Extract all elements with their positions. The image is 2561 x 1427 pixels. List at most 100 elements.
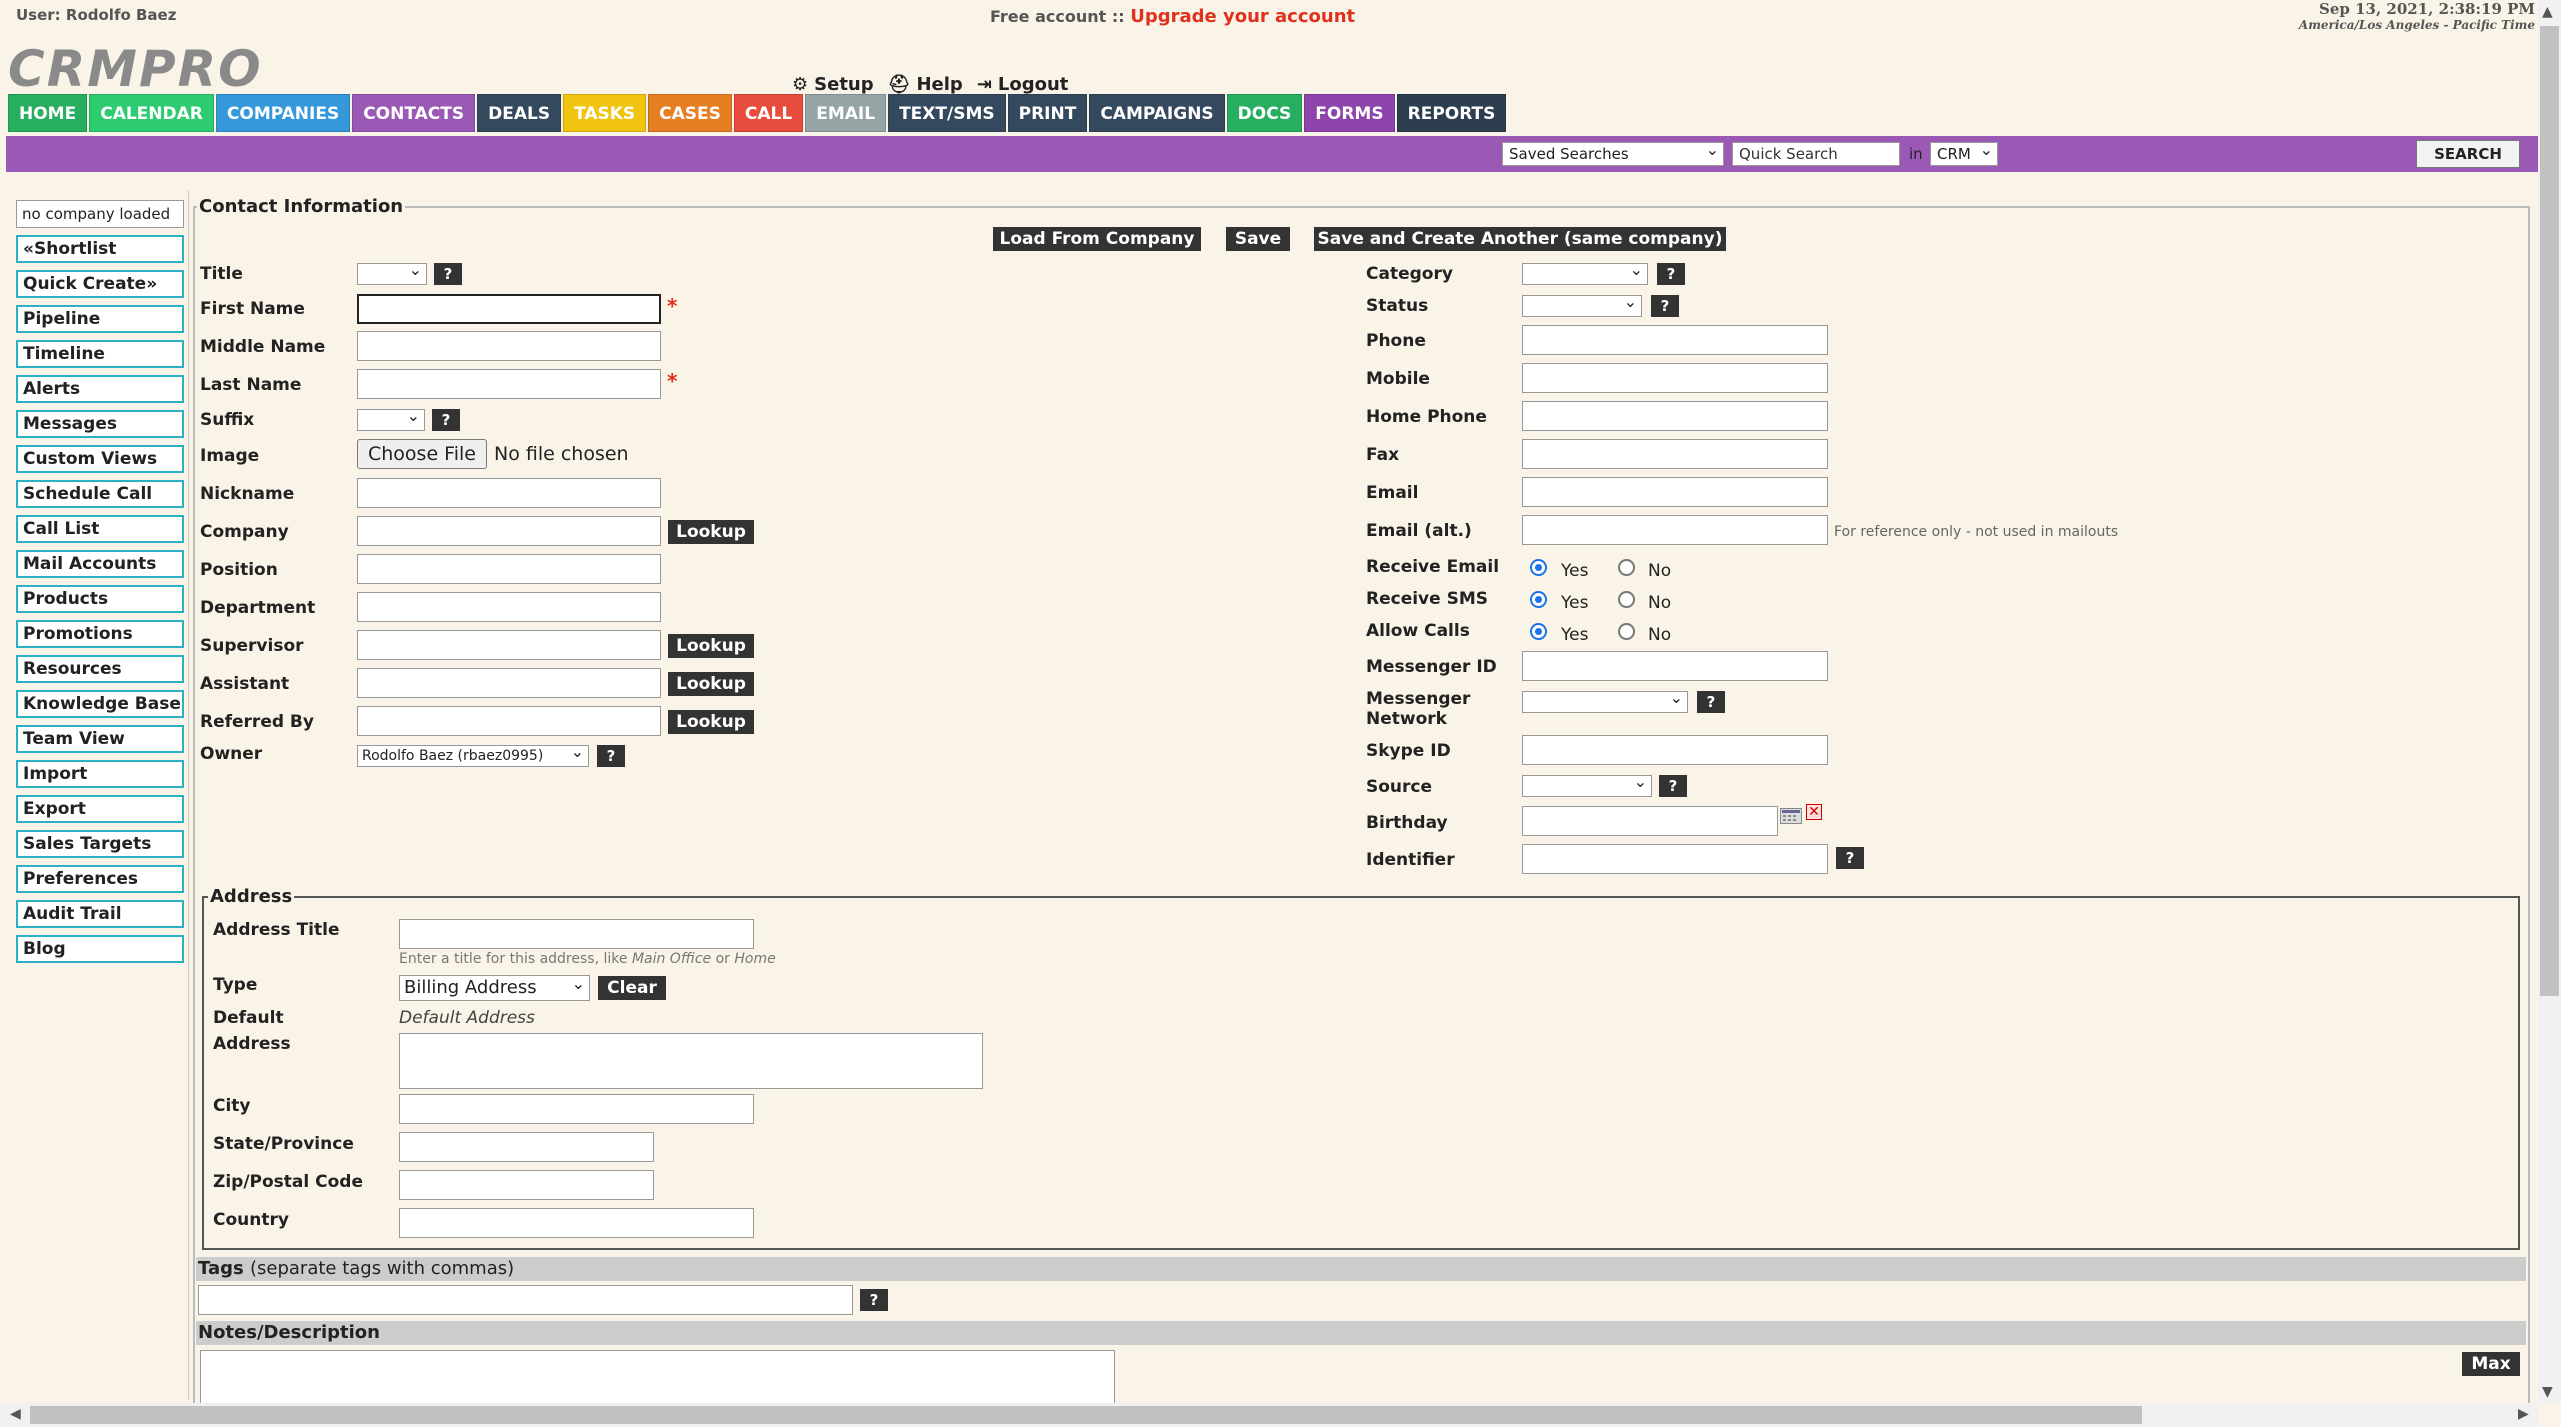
phone-input[interactable]: [1522, 325, 1828, 355]
tags-input[interactable]: [198, 1285, 853, 1315]
sidebar-item-audit-trail[interactable]: Audit Trail: [16, 900, 184, 928]
nickname-input[interactable]: [357, 478, 661, 508]
receive-email-yes-radio[interactable]: [1530, 559, 1547, 576]
notes-max-button[interactable]: Max: [2462, 1352, 2520, 1376]
quick-search-input[interactable]: Quick Search: [1732, 142, 1900, 166]
sidebar-item-knowledge-base[interactable]: Knowledge Base: [16, 690, 184, 718]
last-name-input[interactable]: [357, 369, 661, 399]
horizontal-scrollbar-thumb[interactable]: [30, 1406, 2142, 1424]
crmpro-logo[interactable]: CRMPRO: [8, 40, 263, 98]
nav-tab-forms[interactable]: FORMS: [1304, 94, 1395, 132]
nav-tab-text-sms[interactable]: TEXT/SMS: [888, 94, 1006, 132]
nav-tab-tasks[interactable]: TASKS: [563, 94, 647, 132]
upgrade-link[interactable]: Upgrade your account: [1130, 6, 1355, 27]
scroll-left-icon[interactable]: ◀: [10, 1406, 21, 1422]
sidebar-item-resources[interactable]: Resources: [16, 655, 184, 683]
address-title-input[interactable]: [399, 919, 754, 949]
category-select[interactable]: [1522, 260, 1648, 285]
sidebar-item-shortlist[interactable]: «Shortlist: [16, 235, 184, 263]
address-type-select[interactable]: Billing Address: [399, 972, 590, 1001]
home-phone-input[interactable]: [1522, 401, 1828, 431]
nav-tab-reports[interactable]: REPORTS: [1396, 94, 1507, 132]
sidebar-item-products[interactable]: Products: [16, 585, 184, 613]
sidebar-item-messages[interactable]: Messages: [16, 410, 184, 438]
sidebar-item-export[interactable]: Export: [16, 795, 184, 823]
nav-tab-call[interactable]: CALL: [733, 94, 804, 132]
address-clear-button[interactable]: Clear: [598, 976, 666, 1000]
skype-id-input[interactable]: [1522, 735, 1828, 765]
title-help-button[interactable]: ?: [434, 263, 462, 285]
search-scope-select[interactable]: CRM: [1930, 139, 1998, 166]
birthday-input[interactable]: [1522, 806, 1778, 836]
calendar-icon[interactable]: [1780, 808, 1802, 824]
company-lookup-button[interactable]: Lookup: [668, 520, 754, 544]
sidebar-item-promotions[interactable]: Promotions: [16, 620, 184, 648]
sidebar-item-preferences[interactable]: Preferences: [16, 865, 184, 893]
scroll-down-icon[interactable]: ▼: [2542, 1384, 2553, 1400]
scroll-right-icon[interactable]: ▶: [2518, 1406, 2529, 1422]
department-input[interactable]: [357, 592, 661, 622]
sidebar-item-alerts[interactable]: Alerts: [16, 375, 184, 403]
allow-calls-no-radio[interactable]: [1618, 623, 1635, 640]
referred-by-input[interactable]: [357, 706, 661, 736]
messenger-network-help-button[interactable]: ?: [1697, 691, 1725, 713]
receive-sms-no-radio[interactable]: [1618, 591, 1635, 608]
city-input[interactable]: [399, 1094, 754, 1124]
suffix-help-button[interactable]: ?: [432, 409, 460, 431]
state-input[interactable]: [399, 1132, 654, 1162]
save-button[interactable]: Save: [1226, 227, 1290, 251]
nav-tab-calendar[interactable]: CALENDAR: [89, 94, 214, 132]
nav-tab-email[interactable]: EMAIL: [805, 94, 887, 132]
middle-name-input[interactable]: [357, 331, 661, 361]
owner-select[interactable]: Rodolfo Baez (rbaez0995): [357, 742, 589, 767]
load-from-company-button[interactable]: Load From Company: [993, 227, 1201, 251]
sidebar-item-custom-views[interactable]: Custom Views: [16, 445, 184, 473]
vertical-scrollbar-thumb[interactable]: [2540, 26, 2559, 996]
nav-tab-campaigns[interactable]: CAMPAIGNS: [1089, 94, 1225, 132]
identifier-input[interactable]: [1522, 844, 1828, 874]
saved-searches-select[interactable]: Saved Searches: [1502, 139, 1724, 166]
nav-tab-home[interactable]: HOME: [8, 94, 88, 132]
choose-file-button[interactable]: Choose File: [357, 439, 487, 469]
identifier-help-button[interactable]: ?: [1836, 847, 1864, 869]
save-and-create-another-button[interactable]: Save and Create Another (same company): [1314, 227, 1726, 251]
email-alt-input[interactable]: [1522, 515, 1828, 545]
first-name-input[interactable]: [357, 294, 661, 324]
allow-calls-yes-radio[interactable]: [1530, 623, 1547, 640]
help-link[interactable]: ⛑ Help: [888, 74, 963, 95]
position-input[interactable]: [357, 554, 661, 584]
nav-tab-contacts[interactable]: CONTACTS: [352, 94, 476, 132]
assistant-input[interactable]: [357, 668, 661, 698]
sidebar-item-call-list[interactable]: Call List: [16, 515, 184, 543]
nav-tab-print[interactable]: PRINT: [1007, 94, 1088, 132]
clear-birthday-icon[interactable]: ✕: [1806, 804, 1822, 820]
source-help-button[interactable]: ?: [1659, 775, 1687, 797]
tags-help-button[interactable]: ?: [860, 1289, 888, 1311]
sidebar-item-pipeline[interactable]: Pipeline: [16, 305, 184, 333]
email-input[interactable]: [1522, 477, 1828, 507]
supervisor-input[interactable]: [357, 630, 661, 660]
country-input[interactable]: [399, 1208, 754, 1238]
title-select[interactable]: [357, 260, 427, 285]
sidebar-item-team-view[interactable]: Team View: [16, 725, 184, 753]
logout-link[interactable]: ⇥ Logout: [977, 74, 1069, 95]
supervisor-lookup-button[interactable]: Lookup: [668, 634, 754, 658]
search-button[interactable]: SEARCH: [2416, 140, 2520, 168]
setup-link[interactable]: ⚙ Setup: [792, 74, 874, 95]
sidebar-item-sales-targets[interactable]: Sales Targets: [16, 830, 184, 858]
referred-by-lookup-button[interactable]: Lookup: [668, 710, 754, 734]
fax-input[interactable]: [1522, 439, 1828, 469]
scroll-up-icon[interactable]: ▲: [2542, 4, 2553, 20]
company-input[interactable]: [357, 516, 661, 546]
status-select[interactable]: [1522, 292, 1642, 317]
sidebar-item-timeline[interactable]: Timeline: [16, 340, 184, 368]
sidebar-item-quick-create[interactable]: Quick Create»: [16, 270, 184, 298]
sidebar-item-blog[interactable]: Blog: [16, 935, 184, 963]
owner-help-button[interactable]: ?: [597, 745, 625, 767]
messenger-id-input[interactable]: [1522, 651, 1828, 681]
sidebar-item-import[interactable]: Import: [16, 760, 184, 788]
nav-tab-cases[interactable]: CASES: [648, 94, 732, 132]
sidebar-item-schedule-call[interactable]: Schedule Call: [16, 480, 184, 508]
mobile-input[interactable]: [1522, 363, 1828, 393]
sidebar-item-mail-accounts[interactable]: Mail Accounts: [16, 550, 184, 578]
